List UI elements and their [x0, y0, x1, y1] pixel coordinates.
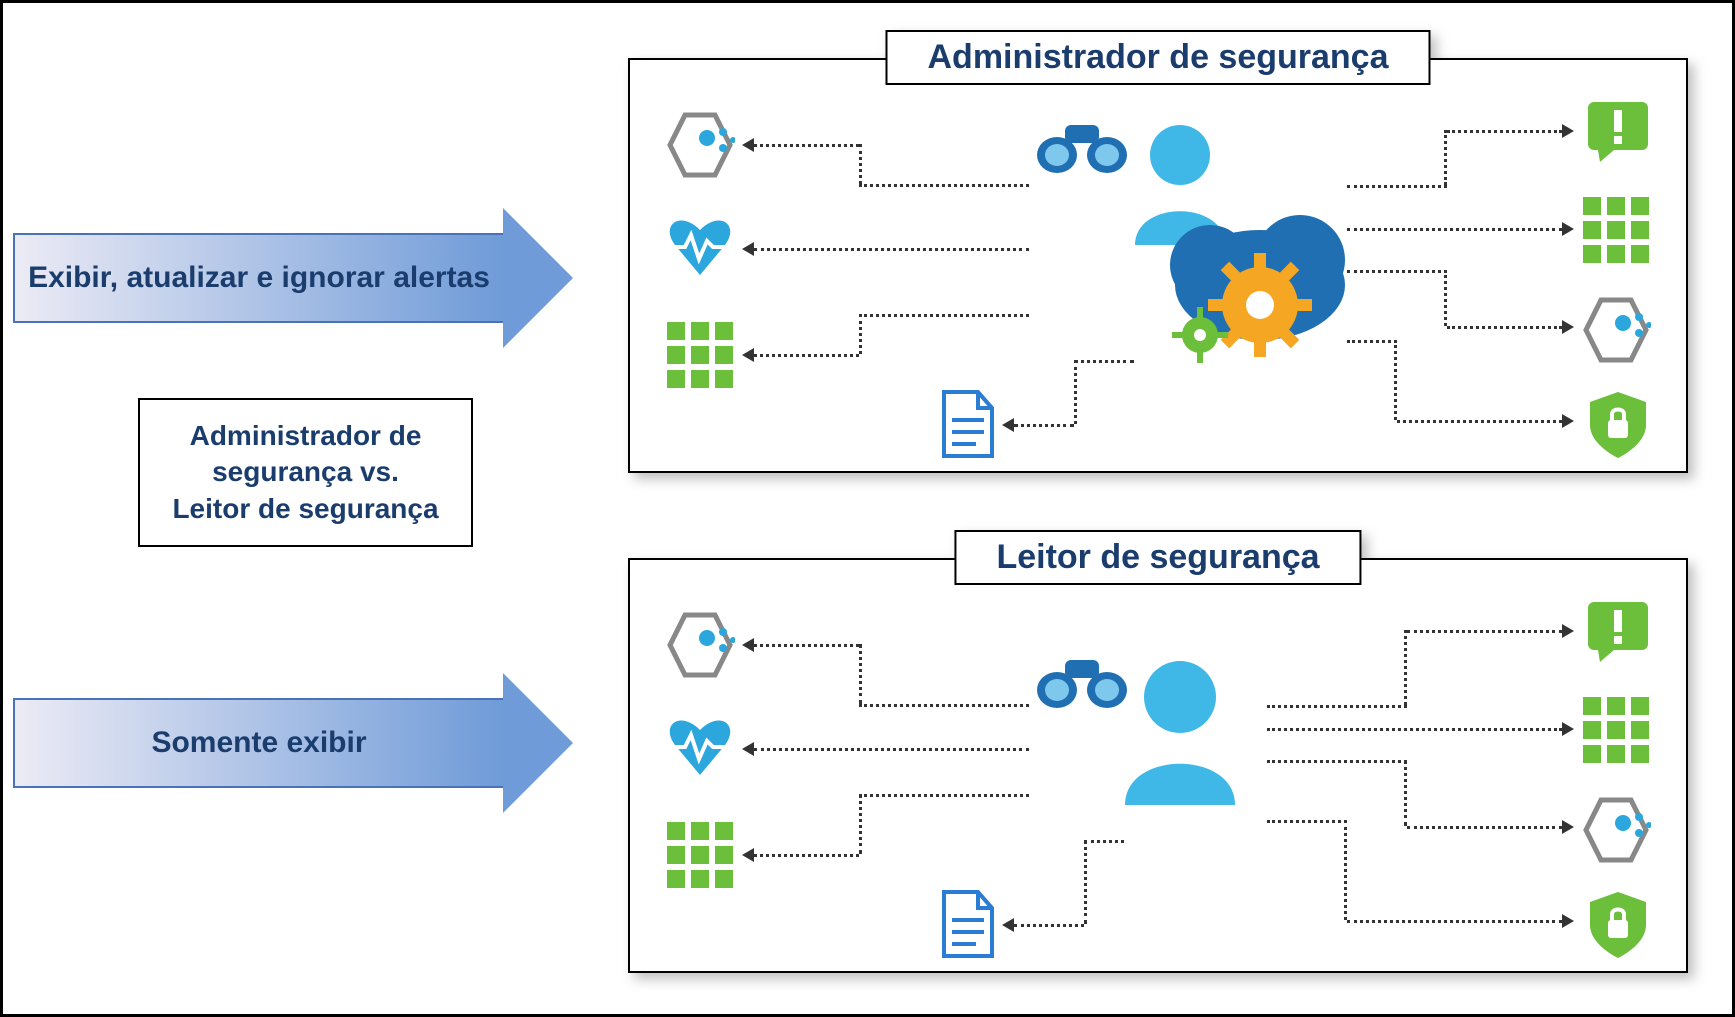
hexagon-cluster-icon [1581, 295, 1651, 370]
cloud-gear-icon [1150, 205, 1350, 380]
panel-security-admin: Administrador de segurança [628, 58, 1688, 473]
hexagon-cluster-icon [665, 110, 735, 185]
hexagon-cluster-icon [665, 610, 735, 685]
grid-icon [1581, 195, 1651, 270]
grid-icon [665, 820, 735, 895]
panel-title: Leitor de segurança [954, 530, 1361, 585]
comparison-line: segurança vs. [162, 454, 449, 490]
comparison-line: Administrador de [162, 418, 449, 454]
arrow-view-update-dismiss: Exibir, atualizar e ignorar alertas [13, 233, 573, 323]
shield-lock-icon [1586, 390, 1651, 465]
panel-title: Administrador de segurança [885, 30, 1430, 85]
hexagon-cluster-icon [1581, 795, 1651, 870]
document-icon [940, 890, 995, 965]
grid-icon [665, 320, 735, 395]
arrow-head-icon [503, 673, 573, 813]
arrow-label: Exibir, atualizar e ignorar alertas [13, 233, 503, 323]
binoculars-icon [1035, 115, 1130, 180]
heartbeat-icon [665, 715, 735, 785]
arrow-view-only: Somente exibir [13, 698, 573, 788]
heartbeat-icon [665, 215, 735, 285]
user-icon [1110, 655, 1250, 820]
arrow-head-icon [503, 208, 573, 348]
document-icon [940, 390, 995, 465]
comparison-box: Administrador de segurança vs. Leitor de… [138, 398, 473, 547]
grid-icon [1581, 695, 1651, 770]
shield-lock-icon [1586, 890, 1651, 965]
alert-icon [1586, 600, 1651, 670]
arrow-label: Somente exibir [13, 698, 503, 788]
alert-icon [1586, 100, 1651, 170]
panel-security-reader: Leitor de segurança [628, 558, 1688, 973]
comparison-line: Leitor de segurança [162, 491, 449, 527]
